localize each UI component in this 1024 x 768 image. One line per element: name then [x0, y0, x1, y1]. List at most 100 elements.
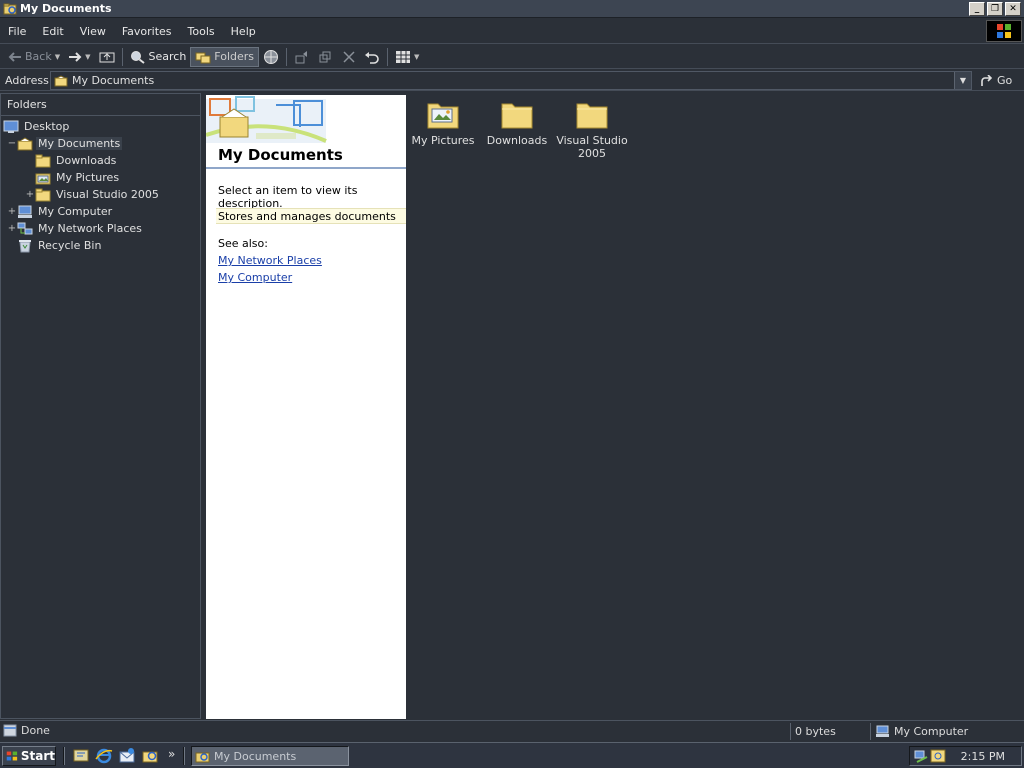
- move-to-icon: [295, 50, 308, 63]
- start-button[interactable]: Start: [2, 746, 56, 766]
- computer-icon: [18, 205, 32, 218]
- menu-edit[interactable]: Edit: [34, 25, 71, 38]
- taskbar-separator: [63, 747, 65, 765]
- back-button[interactable]: Back ▼: [4, 47, 64, 67]
- expand-icon[interactable]: +: [7, 206, 17, 217]
- close-button[interactable]: ✕: [1005, 2, 1021, 16]
- tree-item-my-documents[interactable]: − My Documents: [7, 135, 123, 152]
- collapse-icon[interactable]: −: [7, 138, 17, 149]
- move-to-button[interactable]: [290, 47, 314, 67]
- minimize-icon: _: [974, 3, 980, 14]
- see-also-heading: See also:: [218, 237, 268, 250]
- taskbar-separator: [183, 747, 185, 765]
- details-title: My Documents: [218, 146, 343, 164]
- tree-item-my-pictures[interactable]: My Pictures: [25, 169, 121, 186]
- undo-button[interactable]: [360, 47, 384, 67]
- tree-item-label: Recycle Bin: [38, 239, 102, 252]
- tree-item-label: Desktop: [24, 120, 70, 133]
- standard-toolbar: Back ▼ ▼ Search Folders ▼: [0, 45, 1024, 69]
- status-zone: My Computer: [870, 723, 1024, 740]
- tree-item-desktop[interactable]: Desktop: [3, 118, 71, 135]
- status-zone-label: My Computer: [894, 725, 969, 738]
- details-divider: [206, 167, 406, 169]
- tree-item-my-computer[interactable]: + My Computer: [7, 203, 114, 220]
- back-arrow-icon: [8, 51, 21, 62]
- tree-item-visual-studio-2005[interactable]: + Visual Studio 2005: [25, 186, 161, 203]
- show-desktop-icon[interactable]: [72, 747, 90, 765]
- go-button[interactable]: Go: [980, 72, 1012, 89]
- back-dropdown-icon[interactable]: ▼: [55, 53, 60, 61]
- views-icon: [396, 50, 411, 63]
- menu-favorites[interactable]: Favorites: [114, 25, 180, 38]
- forward-arrow-icon: [69, 51, 82, 62]
- folders-pane: Folders Desktop − My Documents Downloads…: [0, 93, 201, 719]
- menu-bar: File Edit View Favorites Tools Help: [0, 19, 1024, 44]
- tray-app-icon[interactable]: [930, 749, 946, 763]
- file-item-label: Downloads: [486, 134, 548, 147]
- restore-button[interactable]: ❐: [987, 2, 1003, 16]
- menu-tools[interactable]: Tools: [180, 25, 223, 38]
- delete-icon: [343, 50, 355, 63]
- address-value: My Documents: [72, 74, 155, 87]
- file-item-visual-studio-2005[interactable]: Visual Studio 2005: [555, 98, 629, 160]
- tree-item-recycle-bin[interactable]: Recycle Bin: [7, 237, 103, 254]
- quick-launch-more-icon[interactable]: »: [168, 747, 175, 761]
- address-dropdown-icon[interactable]: ▼: [954, 72, 971, 89]
- network-icon: [17, 222, 33, 234]
- views-dropdown-icon[interactable]: ▼: [414, 53, 419, 61]
- copy-to-button[interactable]: [314, 47, 338, 67]
- windows-flag-icon: [6, 751, 18, 761]
- file-item-label: My Pictures: [411, 134, 475, 147]
- internet-explorer-icon[interactable]: [95, 747, 113, 765]
- up-folder-button[interactable]: [95, 47, 119, 67]
- status-size: 0 bytes: [790, 723, 870, 740]
- details-description: Select an item to view its description.: [218, 184, 358, 210]
- folder-window-icon: [195, 752, 210, 762]
- status-size-label: 0 bytes: [795, 725, 836, 738]
- file-item-label: Visual Studio 2005: [556, 134, 628, 160]
- search-button[interactable]: Search: [126, 47, 191, 67]
- views-button[interactable]: ▼: [391, 47, 423, 67]
- link-my-network-places[interactable]: My Network Places: [218, 254, 322, 267]
- taskbar-button-my-documents[interactable]: My Documents: [191, 746, 349, 766]
- link-my-computer[interactable]: My Computer: [218, 271, 292, 284]
- minimize-button[interactable]: _: [969, 2, 985, 16]
- title-bar[interactable]: My Documents _ ❐ ✕: [0, 0, 1024, 18]
- file-list: My Pictures Downloads Visual Studio 2005: [407, 93, 1024, 719]
- restore-icon: ❐: [990, 3, 1000, 14]
- network-connection-icon[interactable]: [914, 749, 930, 763]
- tree-item-downloads[interactable]: Downloads: [25, 152, 118, 169]
- media-button[interactable]: [259, 47, 283, 67]
- tree-item-label: Downloads: [56, 154, 117, 167]
- outlook-express-icon[interactable]: [118, 747, 136, 765]
- explorer-icon[interactable]: [141, 747, 159, 765]
- recycle-bin-icon: [19, 239, 31, 252]
- windows-flag-icon: [997, 24, 1011, 38]
- menu-file[interactable]: File: [0, 25, 34, 38]
- menu-help[interactable]: Help: [223, 25, 264, 38]
- expand-icon[interactable]: +: [25, 189, 35, 200]
- forward-dropdown-icon[interactable]: ▼: [85, 53, 90, 61]
- folder-window-icon: [3, 3, 17, 14]
- tree-item-my-network-places[interactable]: + My Network Places: [7, 220, 144, 237]
- back-label: Back: [25, 50, 52, 63]
- status-bar: Done 0 bytes My Computer: [0, 720, 1024, 741]
- expand-icon[interactable]: +: [7, 223, 17, 234]
- folder-icon: [501, 103, 533, 129]
- forward-button[interactable]: ▼: [64, 47, 94, 67]
- tree-item-label: Visual Studio 2005: [56, 188, 159, 201]
- file-item-my-pictures[interactable]: My Pictures: [406, 98, 480, 147]
- close-icon: ✕: [1009, 3, 1017, 14]
- menu-view[interactable]: View: [72, 25, 114, 38]
- file-item-downloads[interactable]: Downloads: [480, 98, 554, 147]
- delete-button[interactable]: [338, 47, 360, 67]
- taskbar-button-label: My Documents: [214, 749, 297, 763]
- address-input[interactable]: My Documents ▼: [50, 71, 972, 90]
- undo-icon: [365, 51, 379, 64]
- toolbar-separator: [286, 47, 288, 66]
- pictures-folder-icon: [427, 103, 459, 129]
- folders-button[interactable]: Folders: [190, 46, 260, 67]
- go-label: Go: [997, 74, 1013, 87]
- my-documents-icon: [54, 74, 68, 86]
- desktop-icon: [3, 120, 19, 133]
